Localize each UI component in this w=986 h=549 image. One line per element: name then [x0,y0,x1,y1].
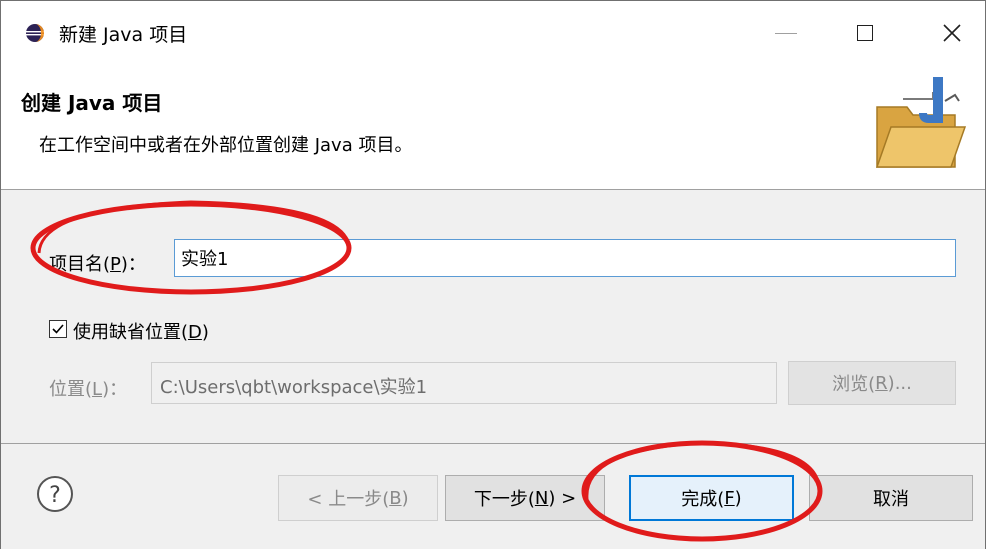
dialog-window: 新建 Java 项目 创建 Java 项目 在工作空间中或者在外部位置创建 Ja… [0,0,986,549]
location-label: 位置(L)： [49,379,128,400]
back-button: < 上一步(B) [278,475,438,521]
maximize-icon [857,25,873,41]
browse-button: 浏览(R)... [788,361,956,405]
location-input: C:\Users\qbt\workspace\实验1 [151,362,777,404]
project-name-input[interactable] [174,239,956,277]
svg-text:?: ? [49,483,61,508]
finish-button[interactable]: 完成(F) [629,475,794,521]
use-default-location-checkbox[interactable] [49,320,67,338]
wizard-header: 创建 Java 项目 在工作空间中或者在外部位置创建 Java 项目。 [1,65,985,190]
window-title: 新建 Java 项目 [59,24,188,46]
page-description: 在工作空间中或者在外部位置创建 Java 项目。 [39,135,413,156]
title-bar[interactable]: 新建 Java 项目 [1,1,985,65]
java-project-folder-icon [875,77,967,168]
minimize-icon [775,32,797,34]
wizard-body: 项目名(P)： 使用缺省位置(D) 位置(L)： C:\Users\qbt\wo… [1,190,985,443]
use-default-location-label[interactable]: 使用缺省位置(D) [73,318,209,344]
close-button[interactable] [929,11,975,55]
page-title: 创建 Java 项目 [21,91,163,115]
close-icon [943,24,961,42]
checkmark-icon [52,324,64,334]
help-icon[interactable]: ? [35,474,75,514]
wizard-footer: ? < 上一步(B) 下一步(N) > 完成(F) 取消 [1,443,985,549]
project-name-label: 项目名(P)： [49,254,146,275]
minimize-button[interactable] [763,11,809,55]
maximize-button[interactable] [842,11,888,55]
next-button[interactable]: 下一步(N) > [445,475,605,521]
cancel-button[interactable]: 取消 [809,475,973,521]
eclipse-icon [26,24,44,42]
